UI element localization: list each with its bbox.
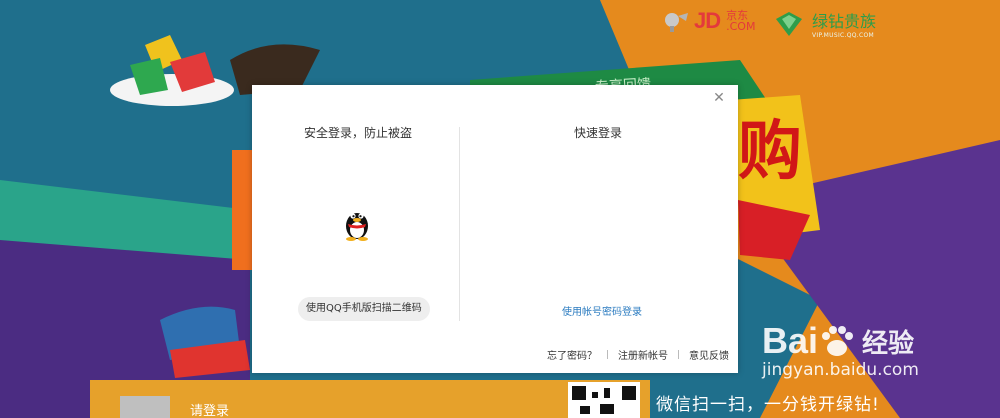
dialog-footer: 忘了密码？ 注册新帐号 意见反馈 bbox=[547, 347, 729, 362]
watermark-url: jingyan.baidu.com bbox=[762, 360, 919, 380]
secure-login-title: 安全登录，防止被盗 bbox=[304, 126, 413, 140]
close-icon[interactable]: ✕ bbox=[712, 91, 726, 105]
green-diamond-brand-text: 绿钻贵族 bbox=[812, 12, 877, 31]
background-login-link[interactable]: 请登录 bbox=[190, 400, 229, 418]
forgot-password-link[interactable]: 忘了密码？ bbox=[547, 347, 597, 362]
jd-mascot-icon bbox=[665, 13, 688, 32]
qr-scan-button[interactable]: 使用QQ手机版扫描二维码 bbox=[298, 297, 430, 321]
qq-penguin-icon[interactable] bbox=[342, 205, 372, 241]
footer-separator bbox=[607, 350, 608, 359]
footer-separator bbox=[678, 350, 679, 359]
account-password-login-link[interactable]: 使用帐号密码登录 bbox=[562, 303, 642, 318]
register-account-link[interactable]: 注册新帐号 bbox=[618, 347, 668, 362]
jd-logo-text: JD bbox=[694, 8, 721, 33]
wechat-promo-slogan: 微信扫一扫，一分钱开绿钻! bbox=[656, 395, 880, 415]
green-diamond-icon bbox=[776, 11, 802, 36]
watermark-logo-latin: Bai bbox=[762, 320, 819, 361]
green-diamond-brand-logo: 绿钻贵族 VIP.MUSIC.QQ.COM bbox=[772, 8, 876, 39]
paw-icon bbox=[822, 326, 854, 356]
jd-brand-logo: JD 京东 .COM bbox=[660, 8, 755, 34]
feedback-link[interactable]: 意见反馈 bbox=[689, 347, 729, 362]
login-page: JD 京东 .COM 绿钻贵族 VIP.MUSIC.QQ.COM 专享回馈 购 … bbox=[0, 0, 1000, 418]
baidu-jingyan-watermark: Bai 经验 jingyan.baidu.com bbox=[762, 320, 992, 380]
quick-login-title: 快速登录 bbox=[574, 126, 623, 140]
watermark-logo-cn: 经验 bbox=[862, 328, 915, 359]
promo-big-character: 购 bbox=[738, 115, 802, 189]
qq-login-dialog: ✕ 安全登录，防止被盗 快速登录 使用QQ手机版扫描二维码 使用帐号密码登录 忘… bbox=[252, 85, 738, 373]
column-divider bbox=[459, 127, 460, 321]
jd-logo-sub: .COM bbox=[726, 20, 756, 33]
green-diamond-brand-url: VIP.MUSIC.QQ.COM bbox=[812, 32, 874, 39]
